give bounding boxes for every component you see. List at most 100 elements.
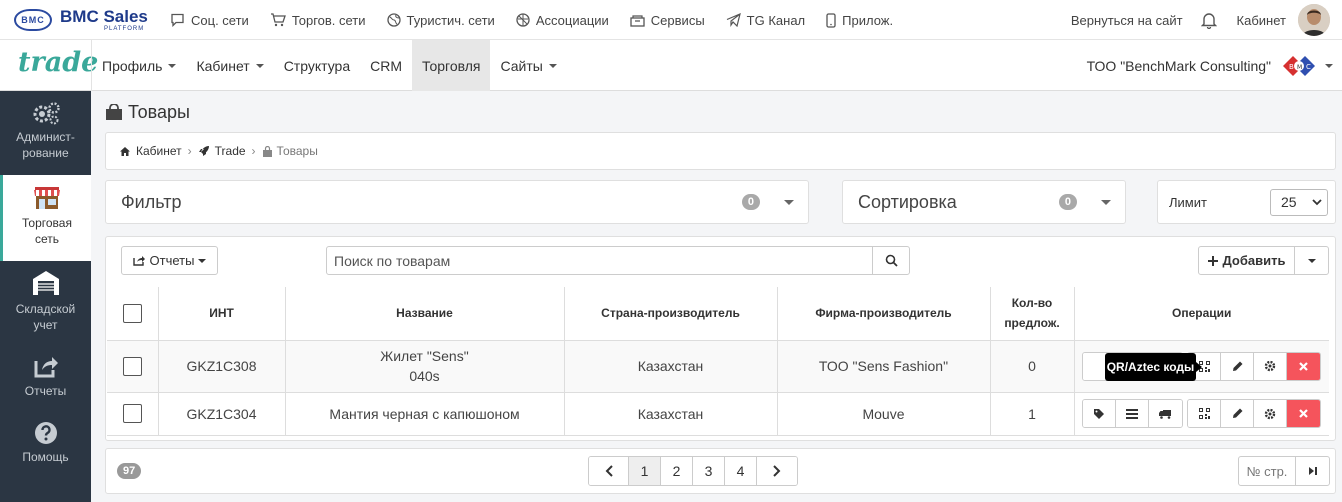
breadcrumb: Кабинет › Trade › Товары [105,132,1336,170]
delivery-button[interactable] [1149,400,1183,427]
caret-down-icon [548,63,557,68]
sidebar-item-label: Складской учет [15,302,76,332]
gear-icon [1265,408,1276,419]
topnav-retail[interactable]: Торгов. сети [270,13,366,28]
chevron-down-icon [1312,198,1322,205]
edit-button[interactable] [1221,400,1255,427]
add-dropdown-button[interactable] [1294,246,1329,275]
phone-icon [826,12,836,28]
shopping-bag-icon [262,145,272,157]
cart-icon [270,13,286,27]
company-logo-icon: BMC [1283,55,1315,76]
tab-trade[interactable]: Торговля [412,40,491,91]
breadcrumb-current: Товары [276,144,318,158]
topnav-services[interactable]: Сервисы [630,13,705,28]
bell-icon[interactable] [1200,12,1217,29]
tab-cabinet[interactable]: Кабинет [186,40,273,91]
cell-name: Жилет "Sens" 040s [285,340,565,393]
trade-logo[interactable]: trade [18,47,98,78]
topnav-label: Прилож. [842,12,894,28]
cell-country: Казахстан [564,392,778,436]
tab-label: Сайты [500,57,543,74]
settings-button[interactable] [1254,352,1288,380]
cell-int: GKZ1C304 [158,392,286,436]
tab-crm[interactable]: CRM [360,40,412,91]
sidebar-item-admin[interactable]: Админист-рование [0,101,91,171]
breadcrumb-cabinet[interactable]: Кабинет [136,144,182,158]
list-button[interactable] [1116,400,1150,427]
sidebar-item-reports[interactable]: Отчеты [0,355,91,405]
qr-button[interactable] [1188,400,1222,427]
row-checkbox[interactable] [122,356,142,376]
rocket-icon [198,146,209,156]
topnav-associations[interactable]: Ассоциации [516,13,609,28]
gear-icon [1265,360,1276,372]
brand-subtitle: PLATFORM [104,26,145,32]
sort-panel[interactable]: Сортировка 0 [842,180,1126,224]
column-header[interactable]: Страна-производитель [564,287,778,341]
settings-button[interactable] [1254,400,1288,427]
page-button[interactable]: 2 [661,457,693,485]
search-input[interactable]: Поиск по товарам [326,246,873,275]
pencil-icon [1232,361,1243,371]
globe-icon [386,13,401,27]
cell-offers: 1 [990,392,1075,436]
caret-down-icon [1325,63,1333,68]
sidebar-item-help[interactable]: Помощь [0,421,91,471]
company-selector[interactable]: ТОО "BenchMark Consulting" BMC [1087,40,1333,91]
plus-icon [1207,255,1218,266]
goto-page-button[interactable] [1296,457,1329,485]
sidebar-item-store[interactable]: Торговая сеть [0,175,91,261]
search-button[interactable] [872,246,910,275]
limit-select[interactable]: 25 [1270,188,1328,216]
tags-icon [1094,408,1105,419]
caret-down-icon [784,199,794,205]
filter-count-badge: 0 [741,194,760,210]
limit-value: 25 [1281,194,1297,210]
delete-button[interactable] [1287,352,1321,380]
next-page-button[interactable] [757,457,797,485]
tab-profile[interactable]: Профиль [92,40,186,91]
chevron-right-icon [773,465,781,477]
avatar[interactable] [1298,4,1330,36]
page-button[interactable]: 3 [693,457,725,485]
caret-down-icon [168,63,177,68]
topnav-apps[interactable]: Прилож. [826,13,893,28]
filter-panel[interactable]: Фильтр 0 [105,180,809,224]
sidebar-item-warehouse[interactable]: Складской учет [0,269,91,339]
topnav-tourism[interactable]: Туристич. сети [386,13,495,28]
bmc-logo[interactable]: BMC BMC Sales PLATFORM [14,7,148,32]
topnav-label: Сервисы [650,12,705,28]
box-icon [630,14,645,27]
reports-button[interactable]: Отчеты [121,246,218,275]
tab-structure[interactable]: Структура [274,40,360,91]
cabinet-link[interactable]: Кабинет [1237,13,1286,28]
delete-button[interactable] [1287,400,1321,427]
shopping-bag-icon [106,104,122,120]
topnav-social[interactable]: Соц. сети [170,13,249,28]
column-header-offers: Кол-во предлож. [1004,296,1060,331]
page-button[interactable]: 4 [725,457,757,485]
limit-panel: Лимит 25 [1157,180,1336,224]
add-button[interactable]: Добавить [1198,246,1295,275]
row-checkbox[interactable] [122,404,142,423]
prev-page-button[interactable] [589,457,629,485]
edit-button[interactable] [1221,352,1255,380]
tab-sites[interactable]: Сайты [490,40,566,91]
back-to-site-link[interactable]: Вернуться на сайт [1071,13,1183,28]
breadcrumb-separator-icon: › [187,144,192,158]
breadcrumb-trade[interactable]: Trade [215,144,246,158]
column-header[interactable]: ИНТ [158,287,286,341]
column-header[interactable]: Кол-во предлож. [990,287,1075,341]
goto-page-input[interactable]: № стр. [1239,457,1296,485]
column-header[interactable]: Фирма-производитель [777,287,991,341]
caret-down-icon [198,258,207,263]
select-all-checkbox[interactable] [122,303,142,323]
telegram-icon [726,13,741,27]
topnav-telegram[interactable]: TG Канал [726,13,805,28]
column-header[interactable]: Название [285,287,565,341]
topnav-label: Соц. сети [191,12,249,28]
tag-button[interactable] [1083,400,1117,427]
table-row[interactable]: GKZ1C304 Мантия черная с капюшоном Казах… [107,392,1329,436]
page-button[interactable]: 1 [629,457,661,485]
